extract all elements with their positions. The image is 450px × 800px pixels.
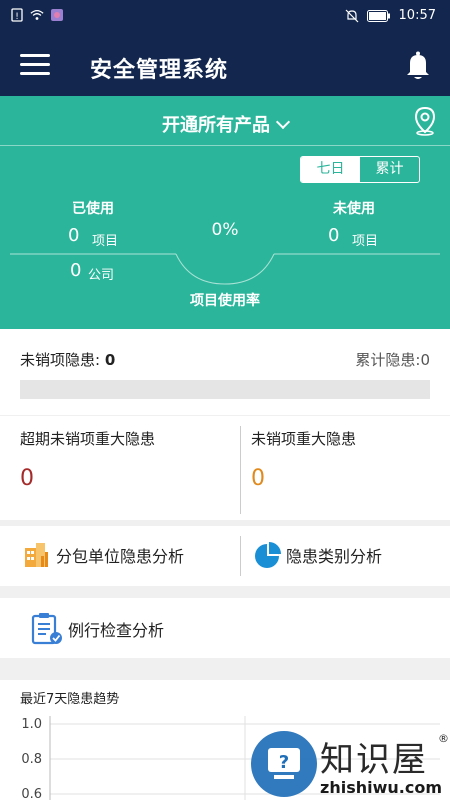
status-time: 10:57 [398,8,436,23]
product-selector[interactable]: 开通所有产品 [0,111,450,137]
product-bar: 开通所有产品 [0,96,450,146]
trend-chart-title: 最近7天隐患趋势 [20,692,120,707]
chevron-down-icon [275,114,291,130]
overdue-major-label: 超期未销项重大隐患 [20,430,156,448]
pie-chart-icon [255,542,281,568]
major-hazard-card: 超期未销项重大隐患 0 未销项重大隐患 0 [0,416,450,520]
menu-icon[interactable] [20,54,50,76]
hazard-summary-card: 未销项隐患: 0 累计隐患:0 [0,329,450,415]
analysis-card: 分包单位隐患分析 隐患类别分析 [0,526,450,586]
watermark: ? 知识屋 ® zhishiwu.com [248,728,450,800]
period-toggle: 七日 累计 [300,156,420,183]
open-hazards-label: 未销项隐患: [20,351,101,369]
unused-label: 未使用 [333,201,375,217]
y-tick-label: 0.8 [21,752,42,767]
mute-bell-icon [345,9,358,22]
usage-rate-label: 项目使用率 [190,293,260,309]
y-tick-label: 1.0 [21,717,42,732]
overdue-major-count: 0 [20,466,34,491]
overdue-major-hazards[interactable]: 超期未销项重大隐患 0 [0,416,240,520]
svg-text:!: ! [15,12,19,22]
open-major-hazards[interactable]: 未销项重大隐患 0 [241,416,450,520]
hazard-progress-bar [20,380,430,399]
open-major-label: 未销项重大隐患 [251,430,357,448]
open-hazards-count: 0 [104,351,116,369]
notification-bell-icon[interactable] [404,50,432,80]
clipboard-check-icon [31,613,62,645]
y-tick-label: 0.6 [21,787,42,800]
subcontractor-analysis-label: 分包单位隐患分析 [56,547,185,566]
category-analysis-label: 隐患类别分析 [286,547,383,566]
app-bar: 安全管理系统 [0,34,450,96]
wifi-icon [30,10,44,20]
app-notification-icon [51,9,63,21]
total-hazards-count: 0 [420,351,430,369]
subcontractor-analysis-button[interactable]: 分包单位隐患分析 [22,540,184,570]
category-analysis-button[interactable]: 隐患类别分析 [252,540,382,570]
watermark-url: zhishiwu.com [320,778,442,797]
divider [240,536,241,576]
period-option-seven-days[interactable]: 七日 [301,157,360,182]
open-major-count: 0 [251,466,265,491]
routine-check-analysis-button[interactable]: 例行检查分析 [30,612,164,646]
usage-summary-panel: 开通所有产品 七日 累计 已使用 0 项目 0 公司 0% 未使用 0 项目 项… [0,96,450,329]
building-chart-icon [25,543,48,567]
unused-projects-count: 0 [328,225,340,246]
watermark-brand: 知识屋 [320,740,428,780]
total-hazards-label: 累计隐患: [355,351,421,369]
routine-check-card: 例行检查分析 [0,598,450,658]
routine-check-label: 例行检查分析 [68,621,165,640]
sim-alert-icon: ! [11,8,23,22]
location-pin-icon[interactable] [412,106,438,136]
usage-rate-arc [10,253,440,285]
svg-text:?: ? [279,752,289,773]
usage-rate-value: 0% [211,220,239,240]
used-label: 已使用 [72,201,114,217]
product-selected-label: 开通所有产品 [162,115,270,136]
battery-icon [366,9,390,22]
period-option-cumulative[interactable]: 累计 [360,157,419,182]
page-title: 安全管理系统 [90,58,229,83]
status-bar: ! 10:57 [0,0,450,34]
